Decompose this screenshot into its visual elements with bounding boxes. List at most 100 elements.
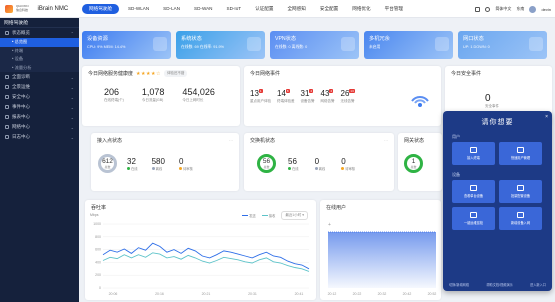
nav-tab[interactable]: 认证配置 <box>248 0 280 18</box>
nav-tab[interactable]: SD-WLAN <box>121 0 156 18</box>
x-tick-label: 20:41 <box>295 292 304 296</box>
switch-values: 56 在线 0 离线 0 待审核 <box>288 157 355 171</box>
sidebar-item[interactable]: 全面诊断 ⌄ <box>0 72 79 82</box>
event-badge: 13 <box>349 89 355 93</box>
menu-icon <box>5 75 9 79</box>
quick-action-label: 快速用户管理 <box>510 156 531 160</box>
bell-icon[interactable] <box>485 6 491 12</box>
status-dot <box>288 166 291 170</box>
status-legend: 离线 <box>151 166 163 171</box>
events-panel: 今日网络事件 131 重点用户体验 148 终端体验差 314 设备告警 434 网络告警 26… <box>244 66 441 126</box>
grid-icon[interactable] <box>475 6 481 12</box>
sidebar-item[interactable]: 全景运维 ⌄ <box>0 82 79 92</box>
sidebar-subitem[interactable]: • 终端 <box>0 47 79 56</box>
kpi-value: 206 <box>104 87 120 97</box>
company-name: QIAOXIN 信息科技 <box>16 4 29 12</box>
kpi-label: 今日流量(GB) <box>141 98 164 102</box>
username[interactable]: devin <box>541 7 551 12</box>
status-count: 580 <box>151 156 165 166</box>
quick-action-button[interactable]: 查看单台设备 <box>452 180 495 203</box>
stat-card[interactable]: 多机冗余 未启用 <box>364 31 453 59</box>
chevron-icon: ⌄ <box>70 84 74 90</box>
stat-card[interactable]: 系统状态 在线数: 69 在线率: 91.9% <box>176 31 265 59</box>
status-legend-label: 在线 <box>131 166 138 171</box>
nav-tab[interactable]: SD-LAN <box>156 0 187 18</box>
more-icon[interactable]: ··· <box>384 138 388 143</box>
event-kpi[interactable]: 2613 无线告警 <box>341 89 355 104</box>
throughput-panel: 吞吐率 Mbps 发送 接收 最近1小时 ▾ 0 200 400 600 800 1000… <box>85 200 316 300</box>
x-tick-label: 20:06 <box>109 292 118 296</box>
stat-cards: 设备资源 CPU: 9% MEM: 14.4% 系统状态 在线数: 69 在线率: 9… <box>82 31 547 59</box>
ap-total-label: 总数 <box>104 165 111 169</box>
event-value: 314 <box>300 89 314 98</box>
security-title-row: 今日安全事件 <box>445 66 552 81</box>
status-legend: 待审核 <box>341 166 355 171</box>
stat-card[interactable]: 网口状态 UP: 1 DOWN: 0 <box>458 31 547 59</box>
avatar[interactable] <box>529 5 537 13</box>
help-docs-link[interactable]: 帮助文档/视频演示 <box>486 282 512 287</box>
ap-title-row: 接入点状态 ··· <box>91 133 239 148</box>
ap-ring: 612 总数 <box>98 154 117 173</box>
nav-tab[interactable]: 安全配置 <box>313 0 345 18</box>
stat-card[interactable]: VPN状态 在线数: 0 离线数: 0 <box>270 31 359 59</box>
sidebar-item[interactable]: 网络中心 ⌄ <box>0 122 79 132</box>
top-right-tools: 简体中文 东南 devin <box>475 0 551 18</box>
event-kpi[interactable]: 148 终端体验差 <box>277 89 295 104</box>
close-icon[interactable]: × <box>545 114 548 120</box>
brand-logo-icon <box>5 4 13 13</box>
quick-action-button[interactable]: 批量配置设备 <box>499 180 542 203</box>
sidebar-item[interactable]: 安全中心 ⌄ <box>0 92 79 102</box>
health-kpis: 206 在线终端(个) 1,078 今日流量(GB) 454,026 今日上网时长 <box>82 81 240 103</box>
quick-action-button[interactable]: 新增设备入网 <box>499 207 542 230</box>
new-entry-link[interactable]: 进入新入口 <box>530 282 546 287</box>
add-icon[interactable]: + <box>328 222 331 228</box>
region-switch[interactable]: 东南 <box>516 6 524 12</box>
switch-body: 56 总数 56 在线 0 离线 0 待审核 <box>244 148 394 173</box>
kpi-label: 在线终端(个) <box>104 98 124 102</box>
quick-action-button[interactable]: 接入终端 <box>452 142 495 165</box>
nav-tab[interactable]: SD-IoT <box>220 0 249 18</box>
sidebar-subitem[interactable]: • 设备 <box>0 55 79 64</box>
sidebar-subitem[interactable]: • 流量分析 <box>0 64 79 73</box>
status-legend-label: 待审核 <box>182 166 193 171</box>
event-kpi[interactable]: 434 网络告警 <box>321 89 335 104</box>
status-legend-label: 离线 <box>318 166 326 171</box>
x-tick-label: 20:42 <box>403 292 412 296</box>
top-bar: QIAOXIN 信息科技 iBrain NMC 网络驾驶舱 SD-WLAN SD-L… <box>0 0 555 18</box>
event-kpi[interactable]: 131 重点用户体验 <box>250 89 271 104</box>
series-line <box>102 242 310 270</box>
popup-title: 请你想要 <box>481 119 514 126</box>
gateway-title: 网关状态 <box>404 138 425 144</box>
event-badge: 4 <box>329 89 334 93</box>
sidebar-item[interactable]: 日志中心 ⌄ <box>0 132 79 142</box>
sidebar-item[interactable]: 报表中心 ⌄ <box>0 112 79 122</box>
gateway-total: 1 <box>411 158 416 165</box>
event-kpi[interactable]: 314 设备告警 <box>301 89 315 104</box>
stat-card[interactable]: 设备资源 CPU: 9% MEM: 14.4% <box>82 31 171 59</box>
event-label: 无线告警 <box>340 99 355 103</box>
event-badge: 8 <box>285 89 290 93</box>
quick-action-button[interactable]: 一键运维巡检 <box>452 207 495 230</box>
status-legend-label: 离线 <box>155 166 163 171</box>
language-switch[interactable]: 简体中文 <box>495 6 511 12</box>
nav-tab[interactable]: 全网感知 <box>280 0 312 18</box>
nav-tab[interactable]: 网络驾驶舱 <box>82 3 119 14</box>
quick-action-label: 一键运维巡检 <box>463 221 484 225</box>
sidebar-item[interactable]: 事件中心 ⌄ <box>0 102 79 112</box>
time-range-value: 最近1小时 <box>285 213 302 217</box>
health-title: 今日网络服务健康度 <box>88 71 134 77</box>
quick-action-button[interactable]: 快速用户管理 <box>499 142 542 165</box>
nav-tab[interactable]: 网络优化 <box>345 0 377 18</box>
throughput-title-row: 吞吐率 <box>85 200 316 211</box>
switch-network-link[interactable]: 切换/新增网络 <box>449 282 469 287</box>
ap-title: 接入点状态 <box>97 138 123 144</box>
sidebar-item[interactable]: 状态概览 ⌃ <box>0 28 79 38</box>
nav-tab[interactable]: SD-WAN <box>187 0 219 18</box>
event-label: 重点用户体验 <box>250 99 271 103</box>
action-icon <box>517 147 524 153</box>
status-value: 0 待审核 <box>178 157 193 171</box>
sidebar-subitem[interactable]: • 总览图 <box>0 38 79 47</box>
chevron-icon: ⌃ <box>70 30 74 36</box>
nav-tab[interactable]: 平台管理 <box>378 0 410 18</box>
more-icon[interactable]: ··· <box>229 138 233 143</box>
